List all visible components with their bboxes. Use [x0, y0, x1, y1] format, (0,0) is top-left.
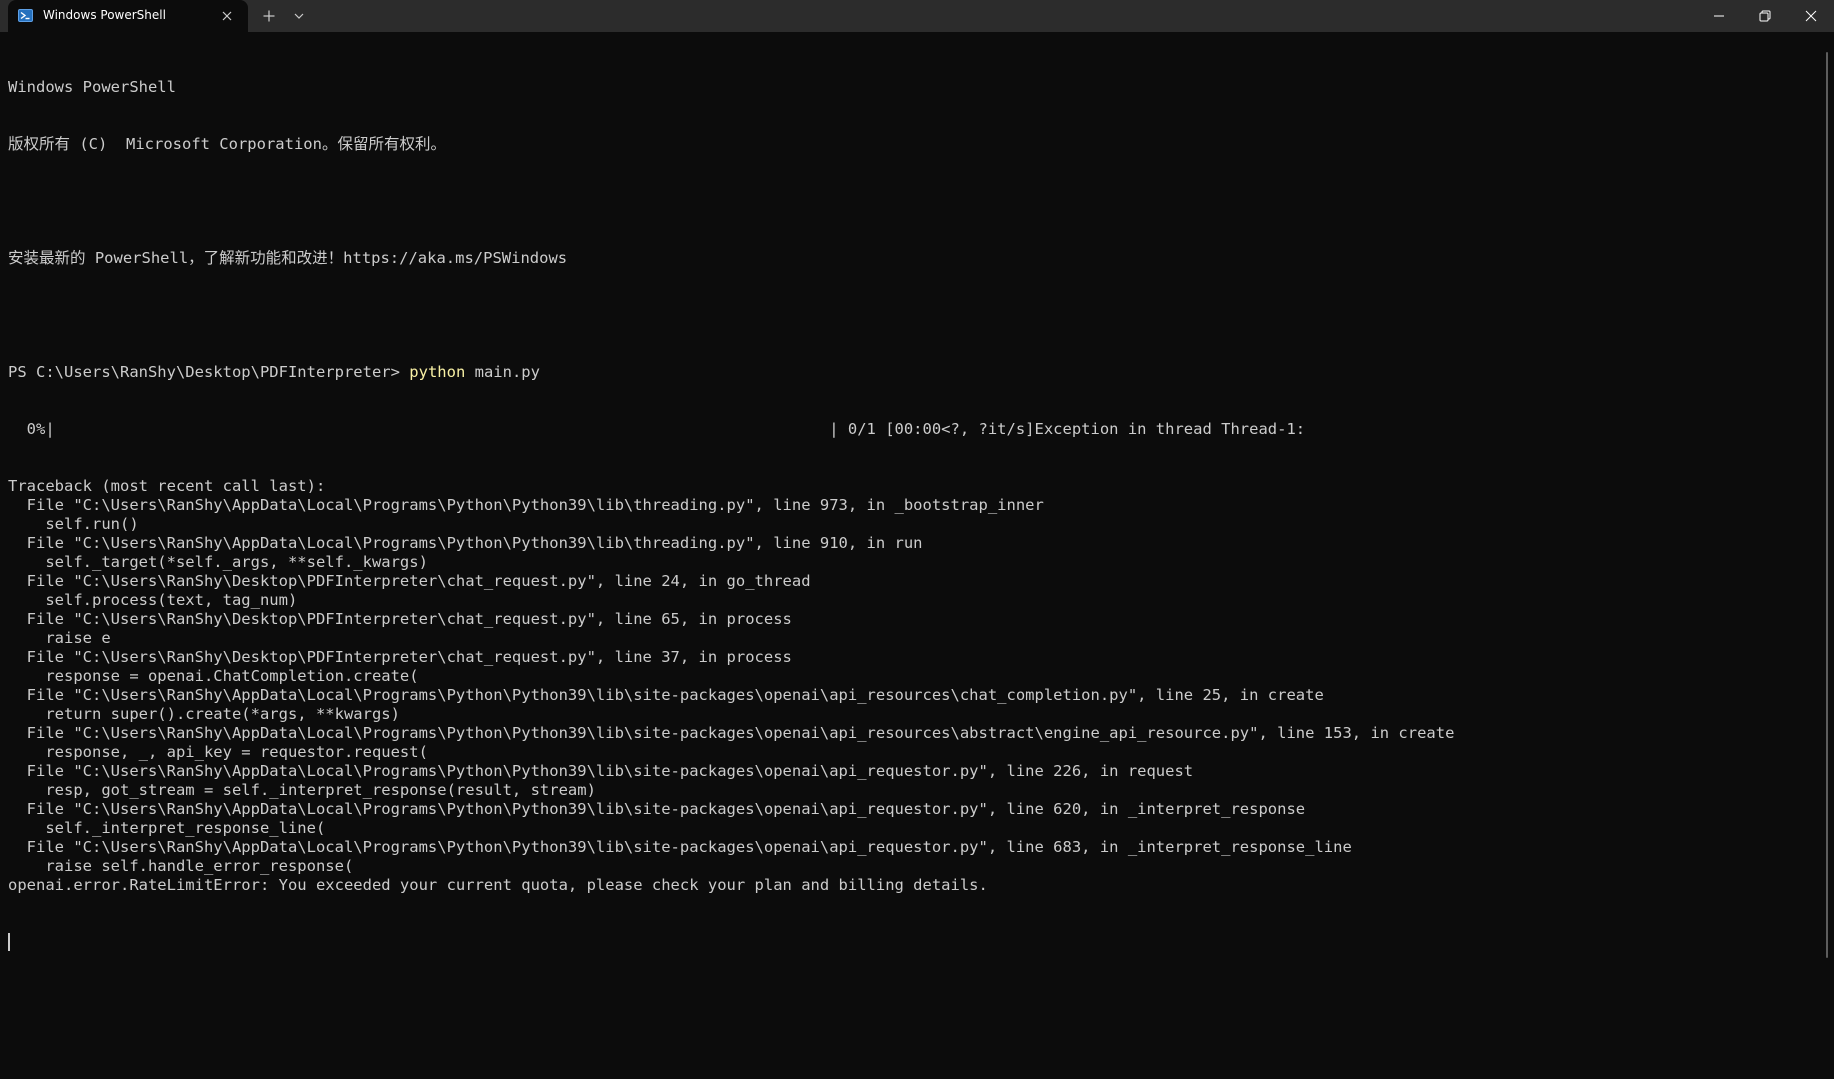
scrollbar[interactable] [1826, 52, 1828, 958]
traceback-line: File "C:\Users\RanShy\Desktop\PDFInterpr… [8, 648, 792, 666]
plus-icon[interactable] [259, 6, 279, 26]
traceback-line: openai.error.RateLimitError: You exceede… [8, 876, 988, 894]
terminal-output[interactable]: Windows PowerShell 版权所有 (C) Microsoft Co… [8, 40, 1818, 1070]
prompt-path: PS C:\Users\RanShy\Desktop\PDFInterprete… [8, 363, 410, 381]
traceback-line: self.process(text, tag_num) [8, 591, 298, 609]
traceback-line: File "C:\Users\RanShy\AppData\Local\Prog… [8, 534, 923, 552]
traceback-line: File "C:\Users\RanShy\AppData\Local\Prog… [8, 762, 1194, 780]
tab-windows-powershell[interactable]: Windows PowerShell [8, 0, 248, 32]
traceback-block: Traceback (most recent call last): File … [8, 477, 1818, 895]
text-cursor [8, 933, 10, 951]
traceback-line: File "C:\Users\RanShy\AppData\Local\Prog… [8, 724, 1455, 742]
traceback-line: File "C:\Users\RanShy\AppData\Local\Prog… [8, 800, 1306, 818]
traceback-line: return super().create(*args, **kwargs) [8, 705, 400, 723]
prompt-args: main.py [465, 363, 540, 381]
traceback-line: self.run() [8, 515, 139, 533]
traceback-line: resp, got_stream = self._interpret_respo… [8, 781, 596, 799]
traceback-line: self._interpret_response_line( [8, 819, 326, 837]
traceback-line: File "C:\Users\RanShy\AppData\Local\Prog… [8, 838, 1352, 856]
traceback-line: File "C:\Users\RanShy\AppData\Local\Prog… [8, 686, 1324, 704]
powershell-icon [18, 9, 33, 22]
header-line: 安装最新的 PowerShell，了解新功能和改进！https://aka.ms… [8, 249, 568, 267]
traceback-line: response, _, api_key = requestor.request… [8, 743, 428, 761]
traceback-line: response = openai.ChatCompletion.create( [8, 667, 419, 685]
tab-close-icon[interactable] [217, 6, 237, 26]
traceback-line: Traceback (most recent call last): [8, 477, 326, 495]
traceback-line: self._target(*self._args, **self._kwargs… [8, 553, 428, 571]
progress-line: 0%| | 0/1 [00:00<?, ?it/s]Exception in t… [8, 420, 1306, 438]
header-line: Windows PowerShell [8, 78, 176, 96]
header-line: 版权所有 (C) Microsoft Corporation。保留所有权利。 [8, 135, 446, 153]
traceback-line: File "C:\Users\RanShy\AppData\Local\Prog… [8, 496, 1044, 514]
prompt-command: python [409, 363, 466, 381]
terminal-window: Windows PowerShell Windows PowerShell 版权… [0, 0, 1834, 1079]
chevron-down-icon[interactable] [289, 6, 309, 26]
maximize-icon[interactable] [1742, 0, 1788, 32]
tab-title: Windows PowerShell [43, 8, 166, 22]
prompt-line: PS C:\Users\RanShy\Desktop\PDFInterprete… [8, 363, 1818, 382]
header-line [8, 306, 1818, 325]
traceback-line: File "C:\Users\RanShy\Desktop\PDFInterpr… [8, 610, 792, 628]
traceback-line: raise self.handle_error_response( [8, 857, 354, 875]
traceback-line: raise e [8, 629, 111, 647]
title-bar[interactable]: Windows PowerShell [0, 0, 1834, 32]
close-icon[interactable] [1788, 0, 1834, 32]
traceback-line: File "C:\Users\RanShy\Desktop\PDFInterpr… [8, 572, 811, 590]
minimize-icon[interactable] [1696, 0, 1742, 32]
input-line[interactable] [8, 933, 1818, 952]
header-line [8, 192, 1818, 211]
